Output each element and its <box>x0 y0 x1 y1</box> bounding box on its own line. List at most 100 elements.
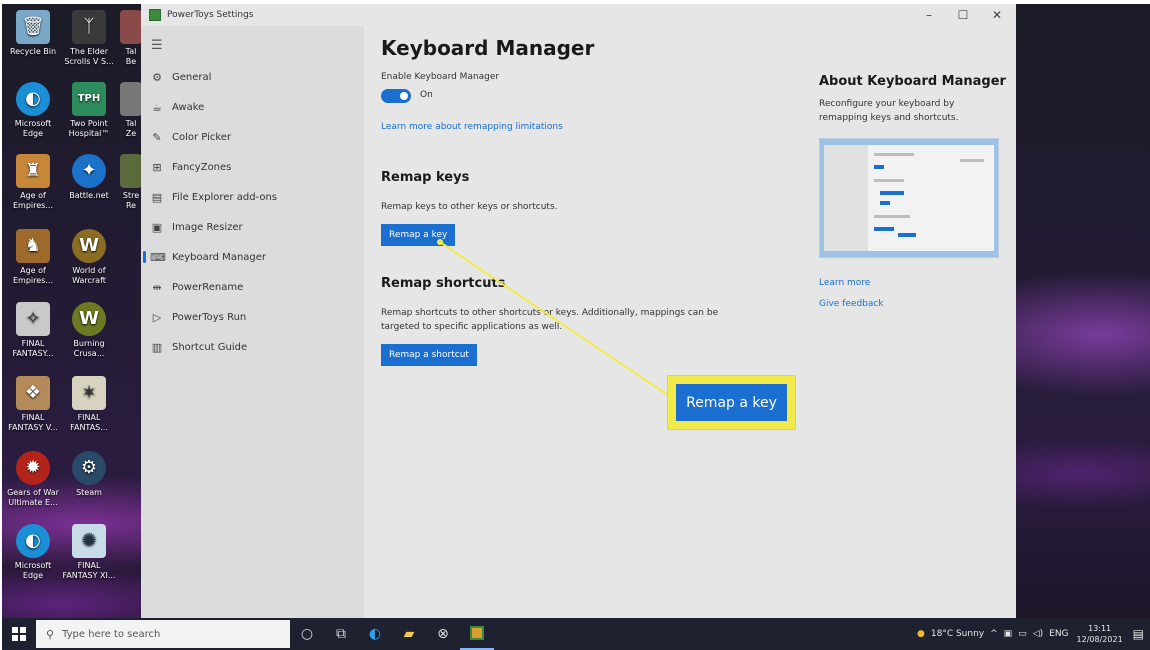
about-preview-image <box>819 138 999 258</box>
edge-icon: ◐ <box>16 82 50 116</box>
cortana-icon[interactable]: ○ <box>290 618 324 650</box>
cup-icon: ☕ <box>152 100 162 114</box>
desktop-icon[interactable]: ❖ FINAL FANTASY V... <box>4 376 62 433</box>
desktop-icon[interactable]: ᛉ The Elder Scrolls V S... <box>60 10 118 67</box>
desktop-icon-label: FINAL FANTAS... <box>70 413 108 432</box>
hamburger-menu-icon[interactable]: ☰ <box>151 38 163 53</box>
desktop-icon-label: Gears of War Ultimate E... <box>7 488 59 507</box>
preview-button <box>880 191 904 195</box>
sidebar-item-keyboard-manager[interactable]: ⌨ Keyboard Manager <box>141 244 364 270</box>
preview-button <box>874 227 894 231</box>
sidebar-item-shortcut-guide[interactable]: ▥ Shortcut Guide <box>141 334 364 360</box>
sidebar-item-general[interactable]: ⚙ General <box>141 64 364 90</box>
start-button[interactable] <box>2 618 36 650</box>
weather-text[interactable]: 18°C Sunny <box>931 629 984 639</box>
sidebar-item-fancyzones[interactable]: ⊞ FancyZones <box>141 154 364 180</box>
notifications-icon[interactable]: ▤ <box>1133 627 1144 641</box>
maximize-button[interactable]: ☐ <box>946 4 980 26</box>
grid-icon: ⊞ <box>152 160 162 174</box>
volume-icon[interactable]: ◁) <box>1033 629 1043 639</box>
two-point-hospital-icon: TPH <box>72 82 106 116</box>
desktop-icon-partial[interactable]: Tal Ze <box>120 82 142 139</box>
desktop-icon-label: FINAL FANTASY... <box>12 339 54 358</box>
toggle-state-label: On <box>420 90 433 100</box>
desktop-icon[interactable]: 🗑 Recycle Bin <box>4 10 62 57</box>
gears-of-war-icon: ✹ <box>16 451 50 485</box>
taskbar: ⚲ Type here to search ○ ⧉ ◐ ▰ ⊗ ● 18°C S… <box>2 618 1150 650</box>
recycle-bin-icon: 🗑 <box>16 10 50 44</box>
title-bar[interactable]: PowerToys Settings – ☐ ✕ <box>141 4 1016 26</box>
sidebar-item-image-resizer[interactable]: ▣ Image Resizer <box>141 214 364 240</box>
sidebar-item-powerrename[interactable]: ⇹ PowerRename <box>141 274 364 300</box>
clock[interactable]: 13:11 12/08/2021 <box>1077 623 1123 645</box>
sidebar-item-label: Awake <box>172 101 205 113</box>
keyboard-icon: ⌨ <box>150 250 166 264</box>
desktop-icon[interactable]: ✦ Battle.net <box>60 154 118 201</box>
close-button[interactable]: ✕ <box>980 4 1014 26</box>
desktop-icon-partial[interactable]: Stre Re <box>120 154 142 211</box>
desktop-icon[interactable]: ✹ Gears of War Ultimate E... <box>4 451 62 508</box>
remap-shortcuts-description: Remap shortcuts to other shortcuts or ke… <box>381 308 719 332</box>
burning-crusade-icon: W <box>72 302 106 336</box>
age-of-empires-icon: ♞ <box>16 229 50 263</box>
desktop-icon[interactable]: ♞ Age of Empires... <box>4 229 62 286</box>
desktop-icon-label: The Elder Scrolls V S... <box>64 47 114 66</box>
taskbar-search-box[interactable]: ⚲ Type here to search <box>36 620 290 648</box>
battle-net-icon: ✦ <box>72 154 106 188</box>
learn-more-link[interactable]: Learn more <box>819 278 870 288</box>
system-tray: ● 18°C Sunny ^ ▣ ▭ ◁) ENG 13:11 12/08/20… <box>911 618 1144 650</box>
desktop-icon[interactable]: ⚙ Steam <box>60 451 118 498</box>
elder-scrolls-icon: ᛉ <box>72 10 106 44</box>
enable-label: Enable Keyboard Manager <box>381 72 500 82</box>
remap-keys-title: Remap keys <box>381 170 470 185</box>
desktop-icon[interactable]: ✺ FINAL FANTASY XI... <box>60 524 118 581</box>
desktop-icon[interactable]: W Burning Crusa... <box>60 302 118 359</box>
sidebar-item-powertoys-run[interactable]: ▷ PowerToys Run <box>141 304 364 330</box>
edge-taskbar-icon[interactable]: ◐ <box>358 618 392 650</box>
give-feedback-link[interactable]: Give feedback <box>819 299 884 309</box>
file-explorer-taskbar-icon[interactable]: ▰ <box>392 618 426 650</box>
image-icon: ▣ <box>151 220 163 234</box>
sidebar-item-awake[interactable]: ☕ Awake <box>141 94 364 120</box>
final-fantasy-icon: ✺ <box>72 524 106 558</box>
search-icon: ⚲ <box>46 627 55 641</box>
clock-date: 12/08/2021 <box>1076 635 1123 644</box>
file-explorer-icon: ▤ <box>151 190 163 204</box>
sidebar-item-color-picker[interactable]: ✎ Color Picker <box>141 124 364 150</box>
desktop-icon[interactable]: ✧ FINAL FANTASY... <box>4 302 62 359</box>
remap-shortcut-button[interactable]: Remap a shortcut <box>381 344 477 366</box>
sidebar-item-label: PowerRename <box>172 281 244 293</box>
show-hidden-icons-icon[interactable]: ^ <box>990 629 998 639</box>
preview-line <box>874 215 910 218</box>
weather-icon[interactable]: ● <box>917 629 925 639</box>
page-title: Keyboard Manager <box>381 36 595 60</box>
game-icon <box>120 10 142 44</box>
tray-app-icon[interactable]: ▣ <box>1004 629 1013 639</box>
desktop-icon-partial[interactable]: Tal Be <box>120 10 142 67</box>
preview-button <box>898 233 916 237</box>
desktop-icon-label: Microsoft Edge <box>14 119 52 138</box>
desktop-icon[interactable]: ◐ Microsoft Edge <box>4 82 62 139</box>
remap-key-button[interactable]: Remap a key <box>381 224 456 246</box>
desktop-icon-label: Microsoft Edge <box>14 561 52 580</box>
screenshot-frame: 🗑 Recycle Bin ᛉ The Elder Scrolls V S...… <box>0 0 1150 650</box>
desktop-icon[interactable]: ♜ Age of Empires... <box>4 154 62 211</box>
desktop-icon[interactable]: ◐ Microsoft Edge <box>4 524 62 581</box>
language-indicator[interactable]: ENG <box>1049 629 1068 639</box>
callout-highlight: Remap a key <box>667 375 796 430</box>
xbox-icon[interactable]: ⊗ <box>426 618 460 650</box>
network-icon[interactable]: ▭ <box>1018 629 1027 639</box>
game-icon <box>120 82 142 116</box>
learn-more-limitations-link[interactable]: Learn more about remapping limitations <box>381 122 563 132</box>
desktop-icon-label: Burning Crusa... <box>73 339 105 358</box>
desktop-icon[interactable]: ✶ FINAL FANTAS... <box>60 376 118 433</box>
task-view-icon[interactable]: ⧉ <box>324 618 358 650</box>
enable-toggle[interactable] <box>381 89 411 103</box>
powertoys-app-icon <box>149 9 161 21</box>
callout-remap-key-button: Remap a key <box>676 384 787 421</box>
desktop-icon[interactable]: TPH Two Point Hospital™ <box>60 82 118 139</box>
sidebar-item-file-explorer[interactable]: ▤ File Explorer add-ons <box>141 184 364 210</box>
desktop-icon[interactable]: W World of Warcraft <box>60 229 118 286</box>
powertoys-taskbar-icon[interactable] <box>460 618 494 650</box>
minimize-button[interactable]: – <box>912 4 946 26</box>
